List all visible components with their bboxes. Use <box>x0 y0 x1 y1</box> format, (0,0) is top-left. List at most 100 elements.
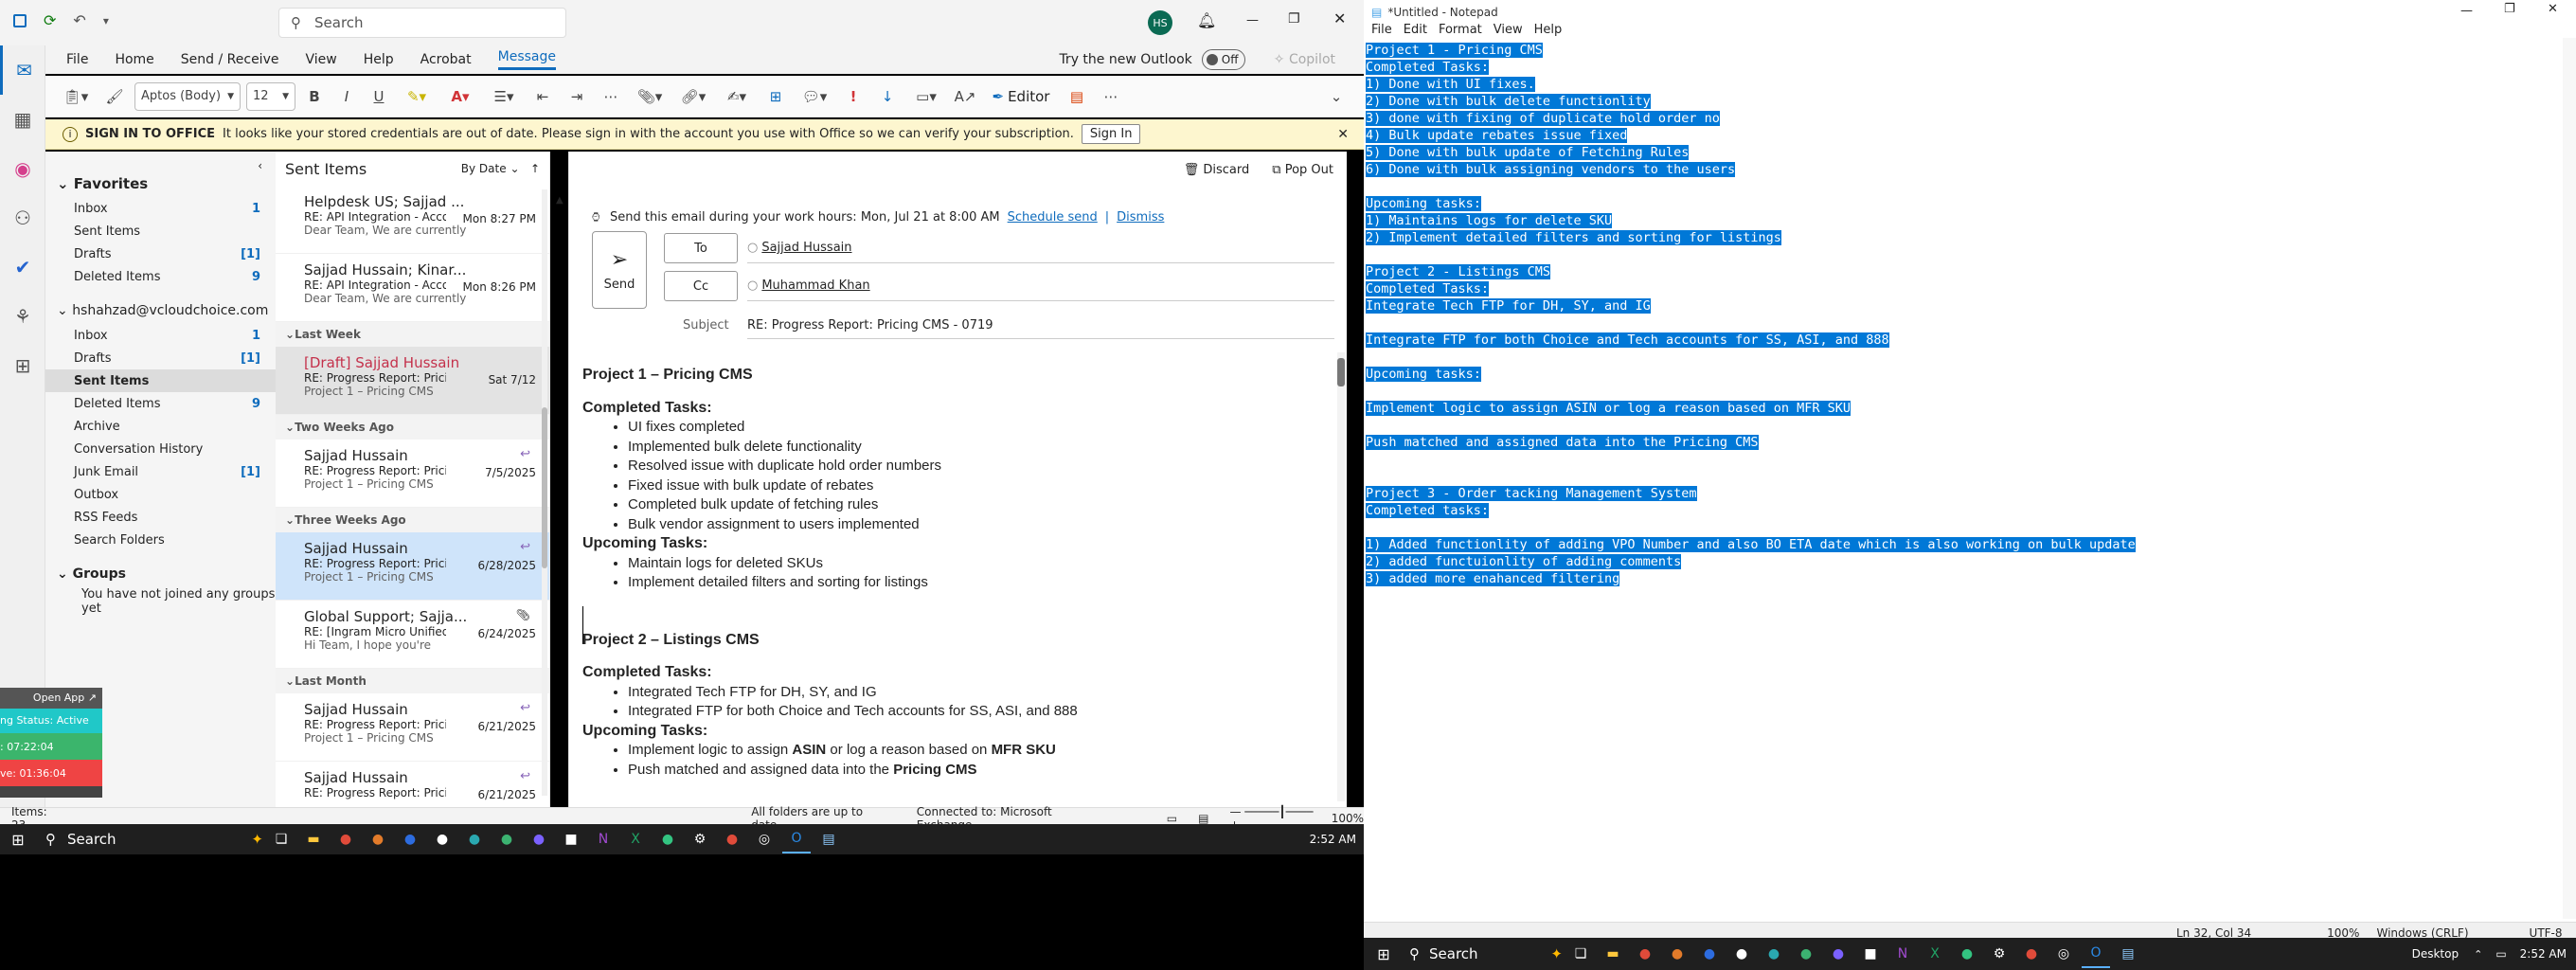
app-icon[interactable]: ● <box>1695 940 1724 968</box>
copilot-button[interactable]: ✧ Copilot <box>1274 52 1335 67</box>
folder-item[interactable]: Conversation History <box>45 438 276 460</box>
groups-header[interactable]: ⌄ Groups <box>45 561 276 587</box>
tab-send-receive[interactable]: Send / Receive <box>181 52 279 67</box>
folder-item[interactable]: Search Folders <box>45 529 276 551</box>
folder-item[interactable]: Inbox 1 <box>45 324 276 347</box>
paste-button[interactable]: 📋︎▾ <box>57 82 95 111</box>
people-icon[interactable]: ⚇ <box>0 193 45 242</box>
folder-item[interactable]: Sent Items <box>45 369 276 392</box>
list-item[interactable]: Global Support; Sajja... RE: [Ingram Micr… <box>276 601 549 669</box>
windows-start-icon[interactable]: ⊞ <box>1369 940 1398 968</box>
list-item[interactable]: Sajjad HussainRE: Progress Report: Prici… <box>276 440 549 508</box>
customize-toolbar-icon[interactable]: ▾ <box>103 14 109 27</box>
folder-item[interactable]: Outbox <box>45 483 276 506</box>
maximize-icon[interactable]: ❐ <box>2504 2 2515 16</box>
app-icon[interactable]: ● <box>460 825 489 853</box>
excel-icon[interactable]: X <box>621 825 650 853</box>
close-icon[interactable]: ✕ <box>1333 9 1346 27</box>
new-outlook-toggle[interactable]: Off <box>1201 49 1245 70</box>
font-size-select[interactable]: 12 ▼ <box>246 81 295 111</box>
to-button[interactable]: To <box>664 233 738 263</box>
minimize-icon[interactable]: — <box>1246 13 1259 27</box>
menu-help[interactable]: Help <box>1534 23 1563 37</box>
taskbar-search[interactable]: ⚲ Search ✦ <box>36 825 263 853</box>
format-painter-icon[interactable]: 🖌︎ <box>100 82 129 111</box>
bullets-icon[interactable]: ☰▾ <box>485 82 523 111</box>
taskbar-search[interactable]: ⚲ Search ✦ <box>1402 940 1563 968</box>
chrome-icon[interactable]: ● <box>331 825 360 853</box>
chrome-icon[interactable]: ● <box>718 825 746 853</box>
outlook-taskbar-icon[interactable]: O <box>2082 940 2110 968</box>
undo-icon[interactable]: ↶ <box>73 11 85 29</box>
app-icon[interactable]: ◎ <box>2049 940 2078 968</box>
message-body[interactable]: Project 1 – Pricing CMS Completed Tasks:… <box>582 360 1331 780</box>
menu-file[interactable]: File <box>1371 23 1392 37</box>
network-icon[interactable]: ▭ <box>2496 947 2506 961</box>
font-color-icon[interactable]: A▾ <box>441 82 479 111</box>
read-aloud-icon[interactable]: A↗ <box>951 82 979 111</box>
increase-indent-icon[interactable]: ⇥ <box>563 82 591 111</box>
folder-item[interactable]: Junk Email [1] <box>45 460 276 483</box>
folder-item[interactable]: Sent Items <box>45 220 276 242</box>
task-view-icon[interactable]: ❏ <box>267 825 295 853</box>
notepad-text-area[interactable]: Project 1 - Pricing CMS Completed Tasks: 1… <box>1366 42 2136 587</box>
settings-icon[interactable]: ⚙ <box>686 825 714 853</box>
list-scrollbar[interactable] <box>542 189 547 796</box>
folder-item[interactable]: Drafts [1] <box>45 242 276 265</box>
tag-icon[interactable]: ▭▾ <box>907 82 945 111</box>
edge-icon[interactable]: ● <box>653 825 682 853</box>
underline-button[interactable]: U <box>366 82 392 111</box>
cc-field[interactable]: ○ Muhammad Khan <box>747 271 1334 301</box>
app-icon[interactable]: ■ <box>1856 940 1885 968</box>
tab-file[interactable]: File <box>66 52 88 67</box>
list-scroll-thumb[interactable] <box>542 407 547 568</box>
open-app-button[interactable]: Open App ↗ <box>0 688 102 709</box>
onenote-icon[interactable]: N <box>589 825 617 853</box>
sign-in-button[interactable]: Sign In <box>1081 124 1141 144</box>
favorites-header[interactable]: ⌄ Favorites <box>45 171 276 197</box>
outlook-taskbar-icon[interactable]: O <box>782 825 811 853</box>
app-icon[interactable]: ● <box>525 825 553 853</box>
date-group-header[interactable]: ⌄ Last Month <box>276 669 549 693</box>
tab-home[interactable]: Home <box>115 52 153 67</box>
font-select[interactable]: Aptos (Body) ▼ <box>134 81 241 111</box>
schedule-send-link[interactable]: Schedule send <box>1008 210 1098 225</box>
excel-icon[interactable]: X <box>1921 940 1949 968</box>
collapse-ribbon-icon[interactable]: ⌄ <box>1322 82 1351 111</box>
high-importance-icon[interactable]: ! <box>839 82 868 111</box>
onenote-icon[interactable]: N <box>1888 940 1917 968</box>
send-button[interactable]: ➢ Send <box>592 231 647 309</box>
folder-item[interactable]: Deleted Items 9 <box>45 392 276 415</box>
account-header[interactable]: ⌄ hshahzad@vcloudchoice.com <box>45 297 276 324</box>
link-icon[interactable]: 🔗︎▾ <box>674 82 712 111</box>
desktop-label[interactable]: Desktop <box>2412 947 2460 961</box>
mail-icon[interactable]: ✉ <box>0 45 45 95</box>
tab-message[interactable]: Message <box>497 49 556 70</box>
cc-button[interactable]: Cc <box>664 271 738 301</box>
app-icon[interactable]: ● <box>396 825 424 853</box>
edge-icon[interactable]: ● <box>1953 940 1981 968</box>
app-icon[interactable]: ● <box>1792 940 1820 968</box>
close-icon[interactable]: ✕ <box>2548 2 2558 16</box>
more-icon[interactable]: ⋯ <box>1097 82 1125 111</box>
app-icon[interactable]: ● <box>1824 940 1852 968</box>
sync-icon[interactable]: ⟳ <box>44 11 56 29</box>
to-recipient[interactable]: Sajjad Hussain <box>761 241 851 255</box>
reading-view-icon[interactable]: ▤ <box>1198 812 1208 825</box>
windows-start-icon[interactable]: ⊞ <box>4 825 32 853</box>
org-icon[interactable]: ⚘ <box>0 292 45 341</box>
tray-overflow-icon[interactable]: ⌃ <box>2474 948 2482 961</box>
chrome-icon[interactable]: ● <box>1631 940 1659 968</box>
tab-view[interactable]: View <box>305 52 336 67</box>
save-icon[interactable] <box>13 13 27 27</box>
folder-item[interactable]: Archive <box>45 415 276 438</box>
italic-button[interactable]: I <box>333 82 360 111</box>
cc-recipient[interactable]: Muhammad Khan <box>761 278 869 293</box>
bold-button[interactable]: B <box>301 82 328 111</box>
sort-direction-icon[interactable]: ↑ <box>530 162 540 175</box>
list-item[interactable]: Helpdesk US; Sajjad ... RE: API Integrati… <box>276 186 549 254</box>
view-templates-icon[interactable]: ▤ <box>1063 82 1091 111</box>
tab-help[interactable]: Help <box>364 52 394 67</box>
list-item[interactable]: Sajjad Hussain; Kinar... RE: API Integrat… <box>276 254 549 322</box>
sort-button[interactable]: By Date ⌄ ↑ <box>461 162 540 175</box>
